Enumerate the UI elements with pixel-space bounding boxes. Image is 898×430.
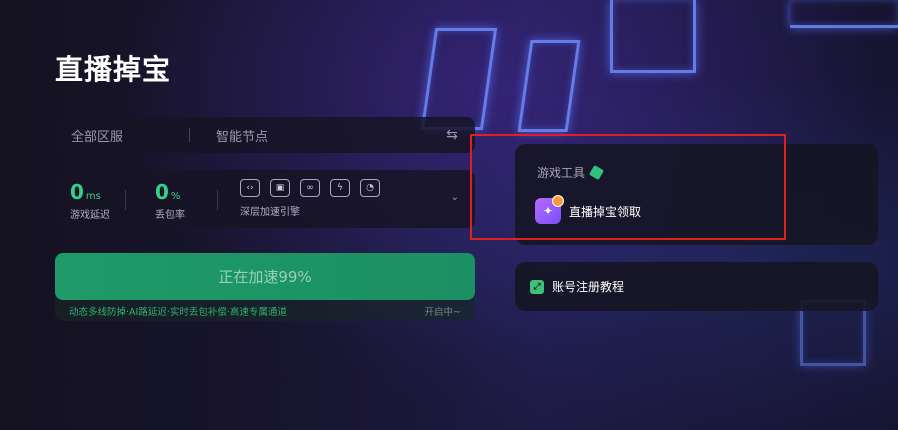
accelerate-panel: 正在加速99% 动态多线防掉·AI路延迟·实时丢包补偿·高速专属通道 开启中~ bbox=[55, 253, 475, 321]
latency-stat: 0 ms 游戏延迟 bbox=[70, 180, 110, 221]
stats-panel: 0 ms 游戏延迟 0% 丢包率 ‹› ▣ ∞ ϟ ◔ 深层加速引擎 ⌄ bbox=[55, 170, 475, 228]
neon-frame-3 bbox=[610, 0, 696, 73]
accelerate-status: 开启中~ bbox=[424, 307, 461, 318]
tutorial-label: 账号注册教程 bbox=[552, 280, 625, 294]
tutorial-card[interactable]: ⤢ 账号注册教程 bbox=[515, 262, 878, 311]
accelerate-button[interactable]: 正在加速99% bbox=[55, 253, 475, 300]
latency-label: 游戏延迟 bbox=[70, 210, 110, 221]
link-icon: ⤢ bbox=[530, 279, 544, 294]
code-icon[interactable]: ‹› bbox=[240, 179, 260, 197]
loss-value: 0 bbox=[155, 180, 169, 204]
engine-group: ‹› ▣ ∞ ϟ ◔ 深层加速引擎 bbox=[240, 179, 380, 218]
divider bbox=[217, 190, 218, 210]
accelerate-features: 动态多线防掉·AI路延迟·实时丢包补偿·高速专属通道 bbox=[69, 307, 287, 318]
region-node-bar[interactable]: 全部区服 智能节点 ⇆ bbox=[55, 117, 475, 153]
neon-line bbox=[790, 0, 898, 28]
timer-icon[interactable]: ◔ bbox=[360, 179, 380, 197]
divider bbox=[125, 190, 126, 210]
neon-frame-2 bbox=[517, 40, 581, 132]
region-select[interactable]: 全部区服 bbox=[71, 126, 181, 145]
loss-label: 丢包率 bbox=[155, 210, 185, 221]
page-title: 直播掉宝 bbox=[55, 53, 172, 86]
node-select[interactable]: 智能节点 bbox=[216, 126, 441, 145]
neon-frame-1 bbox=[420, 28, 498, 130]
highlight-box bbox=[470, 134, 786, 240]
chevron-down-icon[interactable]: ⌄ bbox=[451, 192, 459, 203]
image-icon[interactable]: ▣ bbox=[270, 179, 290, 197]
bolt-icon[interactable]: ϟ bbox=[330, 179, 350, 197]
engine-label: 深层加速引擎 bbox=[240, 207, 300, 218]
loss-unit: % bbox=[170, 191, 181, 202]
divider bbox=[189, 128, 190, 142]
loss-stat: 0% 丢包率 bbox=[155, 180, 185, 221]
link-icon[interactable]: ∞ bbox=[300, 179, 320, 197]
swap-icon[interactable]: ⇆ bbox=[441, 124, 463, 146]
latency-value: 0 bbox=[70, 180, 84, 204]
latency-unit: ms bbox=[85, 191, 101, 202]
